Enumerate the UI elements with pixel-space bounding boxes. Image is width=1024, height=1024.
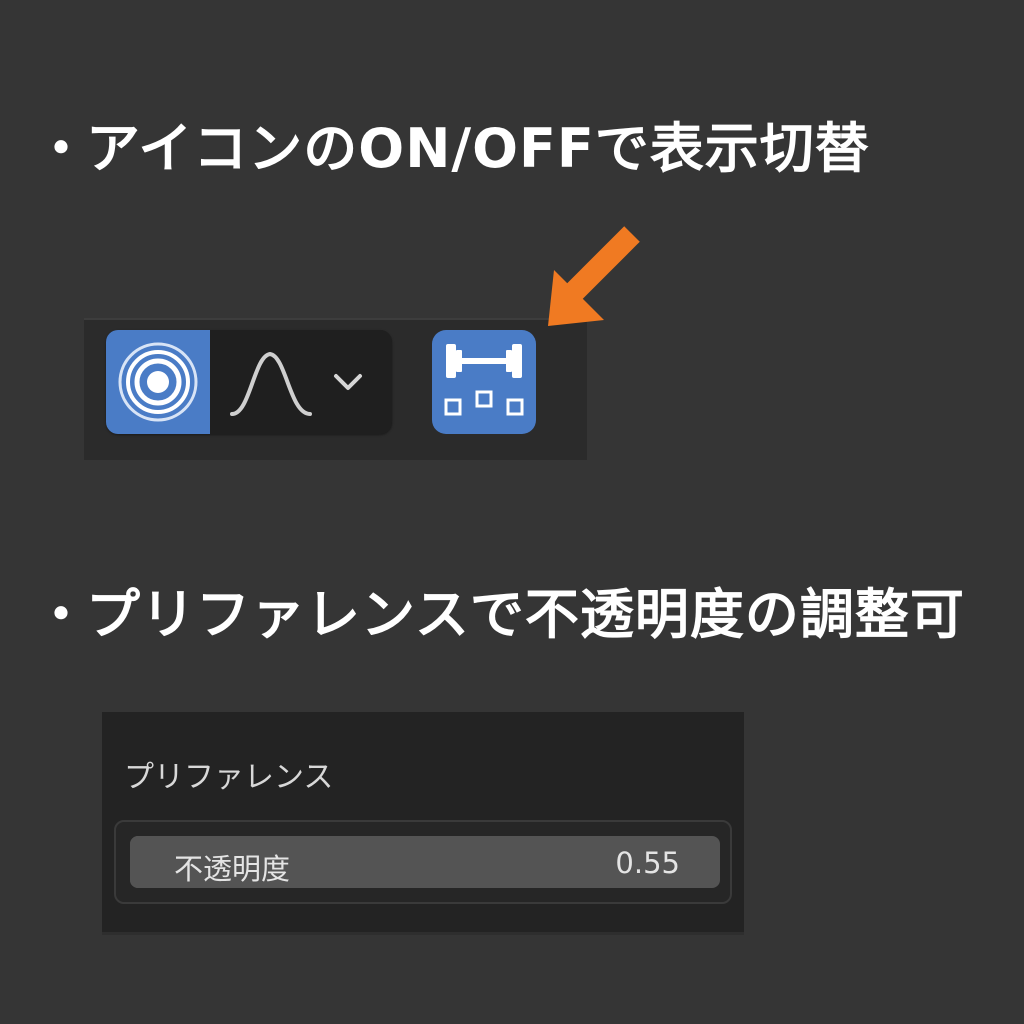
- preferences-box: 不透明度 0.55: [114, 820, 732, 904]
- bell-curve-icon: [230, 351, 312, 416]
- arrow-down-left-icon: [548, 226, 640, 326]
- bullet: ・: [34, 583, 89, 646]
- overlays-icon: [118, 342, 198, 422]
- heading-text: プリファレンスで不透明度の調整可: [86, 583, 965, 646]
- overlays-toggle-button[interactable]: [106, 330, 210, 434]
- overlays-dropdown-button[interactable]: [210, 330, 392, 434]
- preferences-panel-title: プリファレンス: [124, 760, 334, 795]
- heading-icon-toggle: ・アイコンのON/OFFで表示切替: [34, 122, 870, 176]
- bullet: ・: [34, 117, 89, 180]
- opacity-value: 0.55: [615, 846, 680, 880]
- gizmo-toggle-button[interactable]: [432, 330, 536, 434]
- heading-preferences: ・プリファレンスで不透明度の調整可: [34, 588, 965, 642]
- chevron-down-icon: [334, 374, 362, 390]
- overlays-control: [106, 330, 392, 434]
- dumbbell-grid-icon: [444, 344, 524, 416]
- preferences-panel: プリファレンス 不透明度 0.55: [102, 712, 744, 935]
- opacity-slider[interactable]: 不透明度 0.55: [130, 836, 720, 888]
- heading-text: アイコンのON/OFFで表示切替: [86, 117, 870, 180]
- opacity-label: 不透明度: [174, 852, 291, 886]
